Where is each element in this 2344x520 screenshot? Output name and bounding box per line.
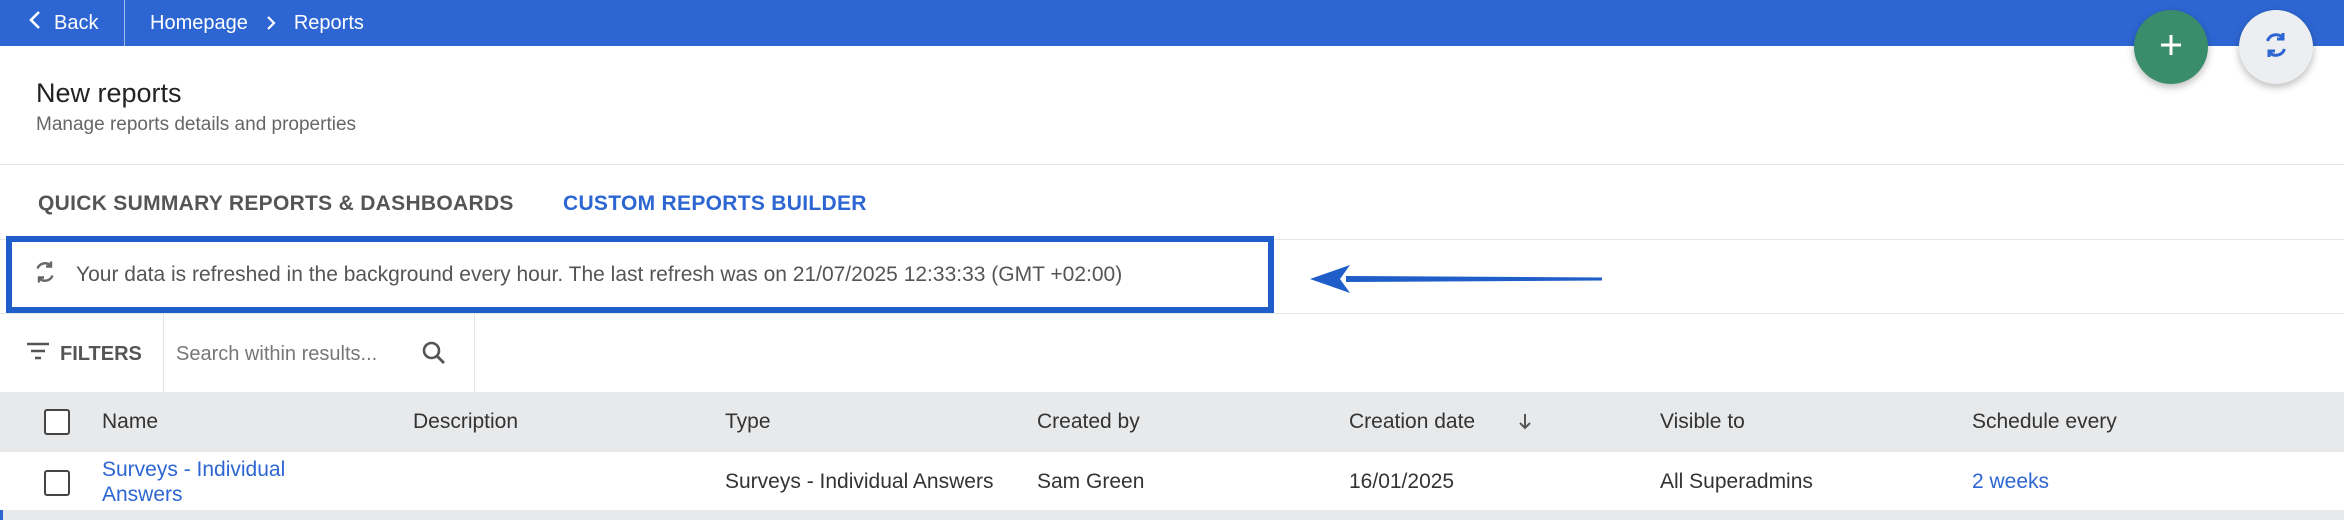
report-name-line1: Surveys - Individual (102, 458, 286, 481)
refresh-icon (32, 259, 58, 290)
breadcrumb: Homepage Reports (150, 0, 364, 46)
report-visible-to: All Superadmins (1660, 470, 1813, 493)
add-report-button[interactable] (2134, 10, 2208, 84)
annotation-arrow-icon (1308, 263, 1604, 300)
column-header-description[interactable]: Description (413, 410, 518, 434)
row-checkbox[interactable] (44, 470, 70, 496)
banner-divider (0, 313, 2344, 314)
report-creation-date: 16/01/2025 (1349, 470, 1455, 493)
filter-divider (163, 314, 164, 392)
plus-icon (2158, 32, 2184, 63)
report-name-line2: Answers (102, 483, 183, 506)
chevron-left-icon (28, 10, 42, 36)
data-refresh-info-banner: Your data is refreshed in the background… (6, 236, 1274, 313)
back-label: Back (54, 11, 99, 34)
chevron-right-icon (266, 15, 276, 31)
page-subtitle: Manage reports details and properties (36, 114, 357, 135)
column-header-type[interactable]: Type (725, 410, 771, 434)
table-row[interactable]: Surveys - Individual Answers Surveys - I… (0, 452, 2344, 510)
column-header-schedule-every[interactable]: Schedule every (1972, 410, 2117, 434)
search-divider (474, 314, 475, 392)
column-header-creation-date[interactable]: Creation date (1349, 410, 1475, 434)
row-accent (0, 510, 3, 520)
table-header: Name Description Type Created by Creatio… (0, 392, 2344, 452)
breadcrumb-reports: Reports (293, 11, 364, 34)
refresh-button[interactable] (2239, 10, 2313, 84)
tab-quick-summary-reports[interactable]: QUICK SUMMARY REPORTS & DASHBOARDS (38, 192, 514, 216)
search-input[interactable] (176, 336, 401, 372)
search-icon[interactable] (421, 340, 447, 371)
column-header-visible-to[interactable]: Visible to (1660, 410, 1745, 434)
filters-button[interactable]: FILTERS (26, 326, 142, 382)
top-navigation-bar: Back Homepage Reports (0, 0, 2344, 46)
tab-custom-reports-builder[interactable]: CUSTOM REPORTS BUILDER (563, 192, 867, 216)
column-header-created-by[interactable]: Created by (1037, 410, 1140, 434)
report-created-by: Sam Green (1037, 470, 1145, 493)
next-row-strip (0, 510, 2344, 520)
filters-label: FILTERS (60, 342, 142, 365)
refresh-icon (2261, 30, 2291, 65)
topbar-divider (124, 0, 125, 46)
select-all-checkbox[interactable] (44, 409, 70, 435)
column-header-name[interactable]: Name (102, 410, 158, 434)
report-schedule-link[interactable]: 2 weeks (1972, 470, 2049, 494)
header-divider (0, 164, 2344, 165)
back-button[interactable]: Back (28, 0, 98, 46)
filter-icon (26, 342, 50, 366)
breadcrumb-homepage[interactable]: Homepage (150, 12, 248, 35)
report-name-link[interactable]: Surveys - Individual Answers (102, 457, 285, 507)
info-banner-text: Your data is refreshed in the background… (76, 262, 1123, 286)
report-type: Surveys - Individual Answers (725, 470, 994, 493)
sort-descending-icon[interactable] (1518, 412, 1532, 437)
page-title: New reports (36, 78, 182, 108)
